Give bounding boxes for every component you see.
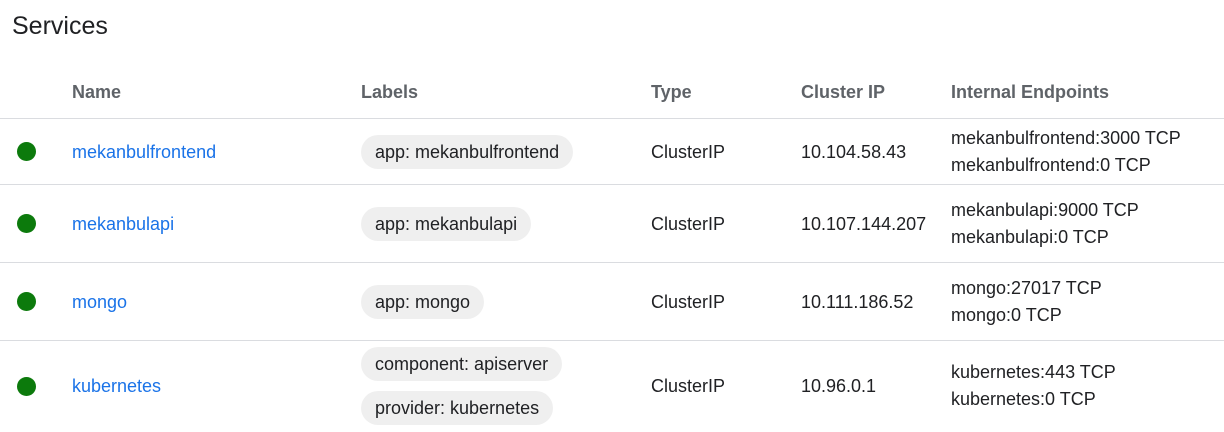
table-row: mekanbulfrontend app: mekanbulfrontend C…	[0, 119, 1224, 185]
cluster-ip-cell: 10.111.186.52	[801, 291, 914, 312]
table-row: mekanbulapi app: mekanbulapi ClusterIP 1…	[0, 185, 1224, 263]
label-chip: app: mongo	[361, 284, 485, 319]
status-cell	[16, 341, 36, 431]
service-name-link[interactable]: mekanbulfrontend	[72, 141, 216, 163]
name-cell: mongo	[72, 263, 127, 340]
table-row: mongo app: mongo ClusterIP 10.111.186.52…	[0, 263, 1224, 341]
endpoint: mekanbulapi:9000 TCP	[951, 199, 1139, 220]
endpoint: kubernetes:443 TCP	[951, 362, 1116, 382]
endpoints-cell: mongo:27017 TCP mongo:0 TCP	[951, 263, 1102, 340]
status-ok-icon	[16, 214, 36, 233]
column-header-type[interactable]: Type	[651, 81, 692, 103]
cluster-ip-cell: 10.96.0.1	[801, 376, 877, 396]
service-name-link[interactable]: kubernetes	[72, 375, 161, 397]
endpoint: mekanbulfrontend:0 TCP	[951, 154, 1151, 175]
column-header-name[interactable]: Name	[72, 81, 121, 103]
cluster-ip-cell: 10.107.144.207	[801, 213, 927, 234]
table-header: Name Labels Type Cluster IP Internal End…	[0, 64, 1224, 119]
endpoints-cell: mekanbulfrontend:3000 TCP mekanbulfronte…	[951, 119, 1181, 184]
name-cell: kubernetes	[72, 341, 161, 431]
label-chip: app: mekanbulfrontend	[361, 134, 574, 169]
endpoint: mekanbulapi:0 TCP	[951, 226, 1109, 247]
type-cell: ClusterIP	[651, 213, 726, 234]
column-header-internal-endpoints: Internal Endpoints	[951, 82, 1110, 102]
column-header-cluster-ip: Cluster IP	[801, 82, 886, 102]
type-cell: ClusterIP	[651, 141, 726, 162]
name-cell: mekanbulapi	[72, 185, 174, 262]
status-cell	[16, 119, 36, 184]
status-ok-icon	[16, 292, 36, 311]
page-title: Services	[12, 12, 108, 40]
endpoints-cell: kubernetes:443 TCP kubernetes:0 TCP	[951, 341, 1116, 431]
endpoint: mongo:27017 TCP	[951, 277, 1102, 298]
label-chip: component: apiserver	[361, 347, 563, 381]
status-cell	[16, 263, 36, 340]
endpoints-cell: mekanbulapi:9000 TCP mekanbulapi:0 TCP	[951, 185, 1139, 262]
labels-cell: app: mekanbulfrontend	[361, 119, 574, 184]
labels-cell: app: mekanbulapi	[361, 185, 532, 262]
labels-cell: component: apiserver provider: kubernete…	[361, 341, 563, 431]
labels-cell: app: mongo	[361, 263, 485, 340]
endpoint: mongo:0 TCP	[951, 304, 1062, 325]
table-row: kubernetes component: apiserver provider…	[0, 341, 1224, 431]
service-name-link[interactable]: mongo	[72, 291, 127, 313]
type-cell: ClusterIP	[651, 376, 726, 396]
service-name-link[interactable]: mekanbulapi	[72, 213, 174, 235]
cluster-ip-cell: 10.104.58.43	[801, 141, 907, 162]
type-cell: ClusterIP	[651, 291, 726, 312]
label-chip: provider: kubernetes	[361, 391, 554, 425]
services-table: Name Labels Type Cluster IP Internal End…	[0, 64, 1224, 431]
name-cell: mekanbulfrontend	[72, 119, 216, 184]
endpoint: mekanbulfrontend:3000 TCP	[951, 127, 1181, 148]
status-ok-icon	[16, 142, 36, 161]
label-chip: app: mekanbulapi	[361, 206, 532, 241]
column-header-labels: Labels	[361, 82, 419, 102]
status-ok-icon	[16, 376, 36, 396]
status-cell	[16, 185, 36, 262]
endpoint: kubernetes:0 TCP	[951, 389, 1096, 409]
